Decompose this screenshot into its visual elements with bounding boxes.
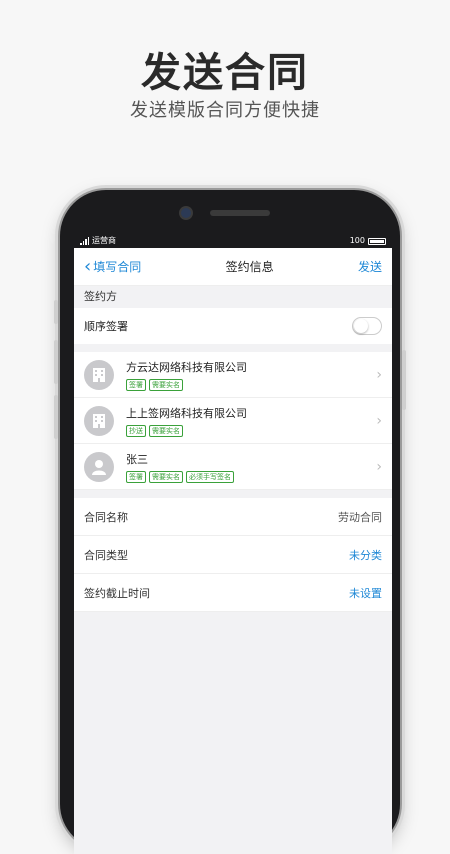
send-button[interactable]: 发送 bbox=[358, 258, 382, 275]
chevron-right-icon: › bbox=[376, 366, 382, 383]
signer-info: 上上签网络科技有限公司 抄送 需要实名 bbox=[126, 405, 376, 437]
volume-up-button bbox=[54, 340, 58, 384]
power-button bbox=[402, 350, 406, 410]
chevron-right-icon: › bbox=[376, 412, 382, 429]
promo-title: 发送合同 bbox=[141, 50, 309, 96]
chevron-right-icon: › bbox=[376, 458, 382, 475]
signer-tag-badge: 签署 bbox=[126, 378, 146, 391]
signer-tag-badge: 必须手写签名 bbox=[186, 470, 234, 483]
field-value: 劳动合同 bbox=[338, 510, 382, 524]
signer-row[interactable]: 上上签网络科技有限公司 抄送 需要实名 › bbox=[74, 398, 392, 444]
field-label: 合同类型 bbox=[84, 548, 128, 562]
contract-field-row[interactable]: 签约截止时间 未设置 bbox=[74, 574, 392, 612]
carrier-name: 运营商 bbox=[92, 236, 116, 245]
back-button[interactable]: ‹ 填写合同 bbox=[84, 255, 142, 277]
company-avatar-icon bbox=[84, 405, 114, 436]
signer-tag-badge: 抄送 bbox=[126, 424, 146, 437]
company-avatar-icon bbox=[84, 359, 114, 390]
signer-info: 方云达网络科技有限公司 签署 需要实名 bbox=[126, 359, 376, 391]
promo-subtitle: 发送模版合同方便快捷 bbox=[130, 100, 320, 121]
contract-field-row[interactable]: 合同类型 未分类 bbox=[74, 536, 392, 574]
signer-name: 张三 bbox=[126, 452, 148, 466]
signer-row[interactable]: 方云达网络科技有限公司 签署 需要实名 › bbox=[74, 352, 392, 398]
field-label: 合同名称 bbox=[84, 510, 128, 524]
nav-bar: ‹ 填写合同 签约信息 发送 bbox=[74, 248, 392, 286]
status-bar: 运营商 100 bbox=[74, 234, 392, 248]
signer-row[interactable]: 张三 签署 需要实名 必须手写签名 › bbox=[74, 444, 392, 490]
front-camera bbox=[181, 208, 191, 218]
person-avatar-icon bbox=[84, 451, 114, 482]
battery-icon bbox=[368, 237, 386, 245]
signer-tag-badge: 需要实名 bbox=[149, 470, 183, 483]
signer-tag-badge: 签署 bbox=[126, 470, 146, 483]
signal-icon bbox=[80, 237, 89, 245]
signer-info: 张三签署 需要实名 必须手写签名 bbox=[126, 451, 376, 483]
volume-down-button bbox=[54, 395, 58, 439]
signer-name: 上上签网络科技有限公司 bbox=[126, 406, 247, 420]
field-value: 未分类 bbox=[349, 548, 382, 562]
contract-field-row[interactable]: 合同名称 劳动合同 bbox=[74, 498, 392, 536]
back-label: 填写合同 bbox=[93, 260, 142, 274]
page-title: 签约信息 bbox=[225, 260, 274, 274]
signer-tags: 签署 需要实名 必须手写签名 bbox=[126, 470, 376, 483]
sequential-sign-row: 顺序签署 bbox=[74, 308, 392, 344]
signers-section-title: 签约方 bbox=[84, 290, 117, 303]
battery-level: 100 bbox=[349, 236, 365, 245]
contract-fields: 合同名称 劳动合同合同类型 未分类签约截止时间 未设置 bbox=[74, 498, 392, 612]
phone-frame: 运营商 100 ‹ 填写合同 签约信息 发送 签约方 顺序签署 方云达网络科技有… bbox=[54, 190, 406, 854]
signer-tags: 签署 需要实名 bbox=[126, 378, 376, 391]
signer-name: 方云达网络科技有限公司 bbox=[126, 360, 247, 374]
signer-list: 方云达网络科技有限公司 签署 需要实名 › 上上签网络科技有限公司 抄送 需要实名 › 张三 签署… bbox=[74, 352, 392, 490]
field-label: 签约截止时间 bbox=[84, 586, 150, 600]
signer-tags: 抄送 需要实名 bbox=[126, 424, 376, 437]
sequential-sign-toggle[interactable] bbox=[352, 317, 382, 335]
signer-tag-badge: 需要实名 bbox=[149, 378, 183, 391]
signer-tag-badge: 需要实名 bbox=[149, 424, 183, 437]
earpiece-speaker bbox=[210, 210, 270, 216]
field-value: 未设置 bbox=[349, 586, 382, 600]
mute-switch bbox=[54, 300, 58, 324]
chevron-left-icon: ‹ bbox=[84, 255, 92, 277]
sequential-sign-label: 顺序签署 bbox=[84, 320, 128, 333]
app-screen: 运营商 100 ‹ 填写合同 签约信息 发送 签约方 顺序签署 方云达网络科技有… bbox=[74, 234, 392, 854]
